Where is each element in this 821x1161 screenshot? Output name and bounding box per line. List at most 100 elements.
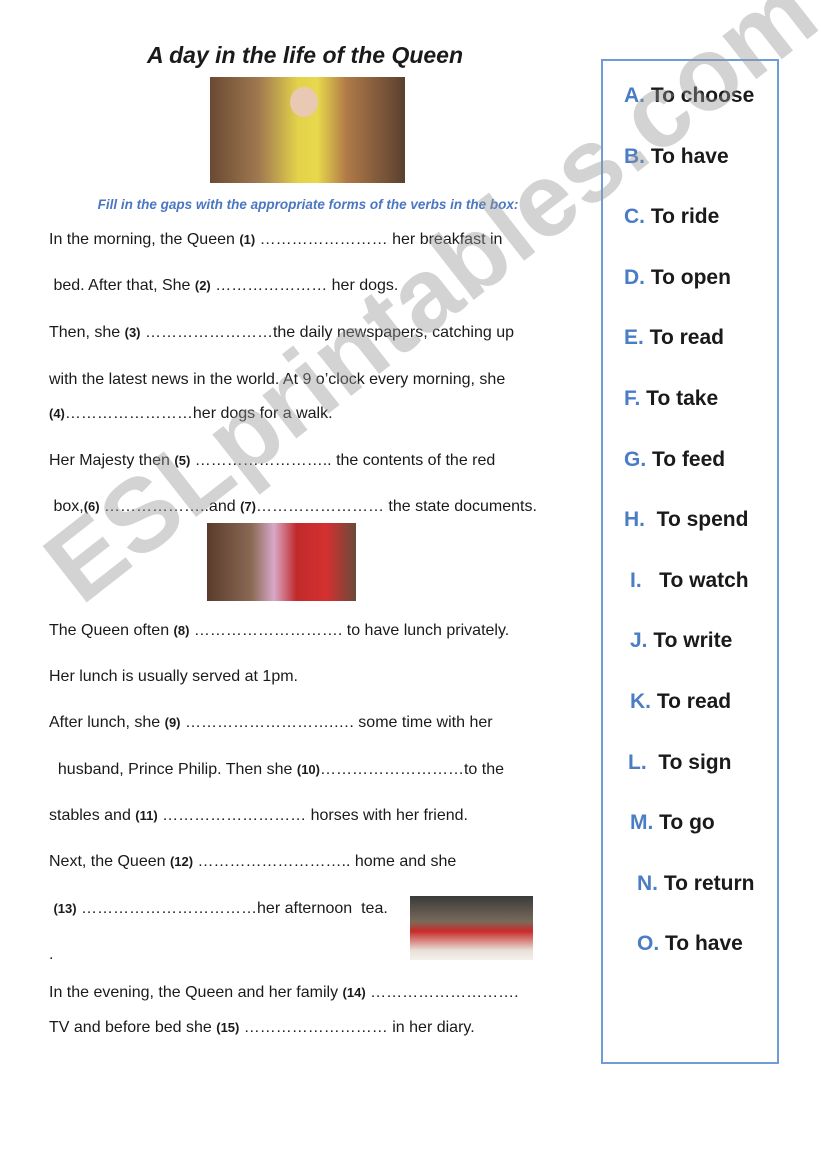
option-letter: O. — [637, 932, 660, 956]
text-segment: with the latest news in the world. At 9 … — [49, 371, 506, 388]
text-segment: . — [49, 946, 54, 963]
gap-number: (4) — [49, 406, 65, 421]
gap-number: (14) — [342, 985, 366, 1000]
text-line: box,(6) ………………..and (7)…………………… the stat… — [49, 497, 537, 517]
option-letter: F. — [624, 387, 641, 410]
text-line: bed. After that, She (2) ………………… her dog… — [49, 276, 398, 296]
option-verb: To write — [647, 629, 733, 653]
queen-red-box-photo — [207, 523, 356, 601]
option-letter: K. — [630, 690, 651, 713]
text-line: In the evening, the Queen and her family… — [49, 983, 519, 1003]
verb-option: C. To ride — [624, 205, 719, 229]
option-verb: To take — [640, 387, 719, 410]
text-line: Her lunch is usually served at 1pm. — [49, 667, 298, 687]
text-line: Next, the Queen (12) ……………………….. home an… — [49, 852, 456, 872]
option-verb: To read — [651, 690, 732, 713]
text-segment: Then, she — [49, 324, 125, 341]
option-verb: To feed — [646, 447, 726, 471]
verb-option: G. To feed — [624, 448, 725, 472]
verb-option: E. To read — [624, 326, 724, 350]
text-segment: ……………………… in her diary. — [239, 1019, 475, 1036]
option-verb: To have — [645, 144, 729, 168]
text-line: After lunch, she (9) ……………………….…. some t… — [49, 713, 493, 733]
text-line: (13) ……………………………her afternoon tea. — [49, 899, 388, 919]
option-verb: To spend — [645, 508, 749, 532]
verb-option: A. To choose — [624, 84, 754, 108]
option-letter: J. — [630, 629, 648, 653]
text-segment: bed. After that, She — [49, 277, 195, 294]
verb-option: L. To sign — [628, 751, 731, 775]
verb-option: I. To watch — [630, 569, 749, 593]
verb-option: K. To read — [630, 690, 731, 714]
option-letter: C. — [624, 205, 645, 229]
text-segment: ………………..and — [99, 498, 241, 515]
gap-number: (11) — [135, 808, 158, 823]
gap-number: (8) — [173, 623, 190, 638]
text-line: stables and (11) ……………………… horses with h… — [49, 806, 468, 826]
text-line: Then, she (3) ……………………the daily newspape… — [49, 323, 514, 343]
queen-tea-photo — [410, 896, 533, 960]
option-letter: H. — [624, 508, 645, 532]
verb-option: D. To open — [624, 266, 731, 290]
text-segment: Her Majesty then — [49, 452, 175, 469]
text-segment: ………………… her dogs. — [210, 277, 399, 294]
text-segment: husband, Prince Philip. Then she — [49, 761, 297, 778]
option-verb: To have — [659, 932, 743, 956]
option-verb: To open — [645, 265, 731, 289]
option-verb: To watch — [641, 568, 749, 592]
text-segment: ……………………… horses with her friend. — [157, 807, 468, 824]
gap-number: (2) — [194, 278, 211, 293]
option-letter: N. — [637, 871, 658, 895]
text-segment: In the evening, the Queen and her family — [49, 984, 343, 1001]
text-line: (4)……………………her dogs for a walk. — [49, 404, 333, 424]
text-segment: The Queen often — [49, 622, 174, 639]
text-line: . — [49, 945, 53, 965]
text-segment: …………………….. the contents of the red — [190, 452, 496, 469]
verb-option: F. To take — [624, 387, 718, 411]
gap-number: (9) — [164, 715, 181, 730]
option-verb: To return — [658, 871, 755, 895]
gap-number: (5) — [174, 453, 191, 468]
queen-portrait-photo — [210, 77, 405, 183]
verb-option: B. To have — [624, 145, 729, 169]
text-segment: ……………………….. home and she — [193, 853, 457, 870]
verb-option: J. To write — [630, 629, 732, 653]
text-segment: ………………………to the — [319, 761, 505, 778]
text-line: Her Majesty then (5) …………………….. the cont… — [49, 451, 495, 471]
option-verb: To go — [653, 811, 715, 835]
text-segment: In the morning, the Queen — [49, 231, 240, 248]
text-segment: ……………………………her afternoon tea. — [76, 900, 388, 917]
text-segment: stables and — [49, 807, 136, 824]
instructions: Fill in the gaps with the appropriate fo… — [97, 197, 519, 212]
text-segment: ……………………the daily newspapers, catching u… — [140, 324, 514, 341]
gap-number: (10) — [296, 762, 320, 777]
text-segment: Next, the Queen — [49, 853, 170, 870]
option-verb: To ride — [645, 205, 720, 229]
gap-number: (15) — [216, 1020, 240, 1035]
option-letter: E. — [624, 326, 644, 350]
text-segment: box, — [49, 498, 84, 515]
text-segment: ……………………her dogs for a walk. — [64, 405, 333, 422]
verb-option: N. To return — [637, 872, 754, 896]
gap-number: (1) — [239, 232, 256, 247]
option-letter: A. — [624, 84, 645, 107]
gap-number: (3) — [124, 325, 141, 340]
option-letter: L. — [628, 750, 647, 774]
text-segment: ……………………….…. some time with her — [180, 714, 493, 731]
gap-number: (13) — [53, 901, 77, 916]
gap-number: (12) — [169, 854, 194, 869]
option-letter: D. — [624, 265, 645, 289]
text-line: In the morning, the Queen (1) …………………… h… — [49, 230, 502, 250]
text-line: husband, Prince Philip. Then she (10)………… — [49, 760, 504, 780]
option-verb: To read — [643, 326, 724, 350]
text-segment: …………………… her breakfast in — [255, 231, 503, 248]
option-letter: M. — [630, 811, 654, 835]
text-segment: …………………… the state documents. — [255, 498, 537, 515]
gap-number: (6) — [83, 499, 100, 514]
gap-number: (7) — [240, 499, 256, 514]
option-letter: B. — [624, 144, 645, 168]
text-segment: TV and before bed she — [49, 1019, 217, 1036]
verb-option: H. To spend — [624, 508, 748, 532]
option-verb: To choose — [645, 84, 755, 107]
text-line: with the latest news in the world. At 9 … — [49, 370, 505, 390]
